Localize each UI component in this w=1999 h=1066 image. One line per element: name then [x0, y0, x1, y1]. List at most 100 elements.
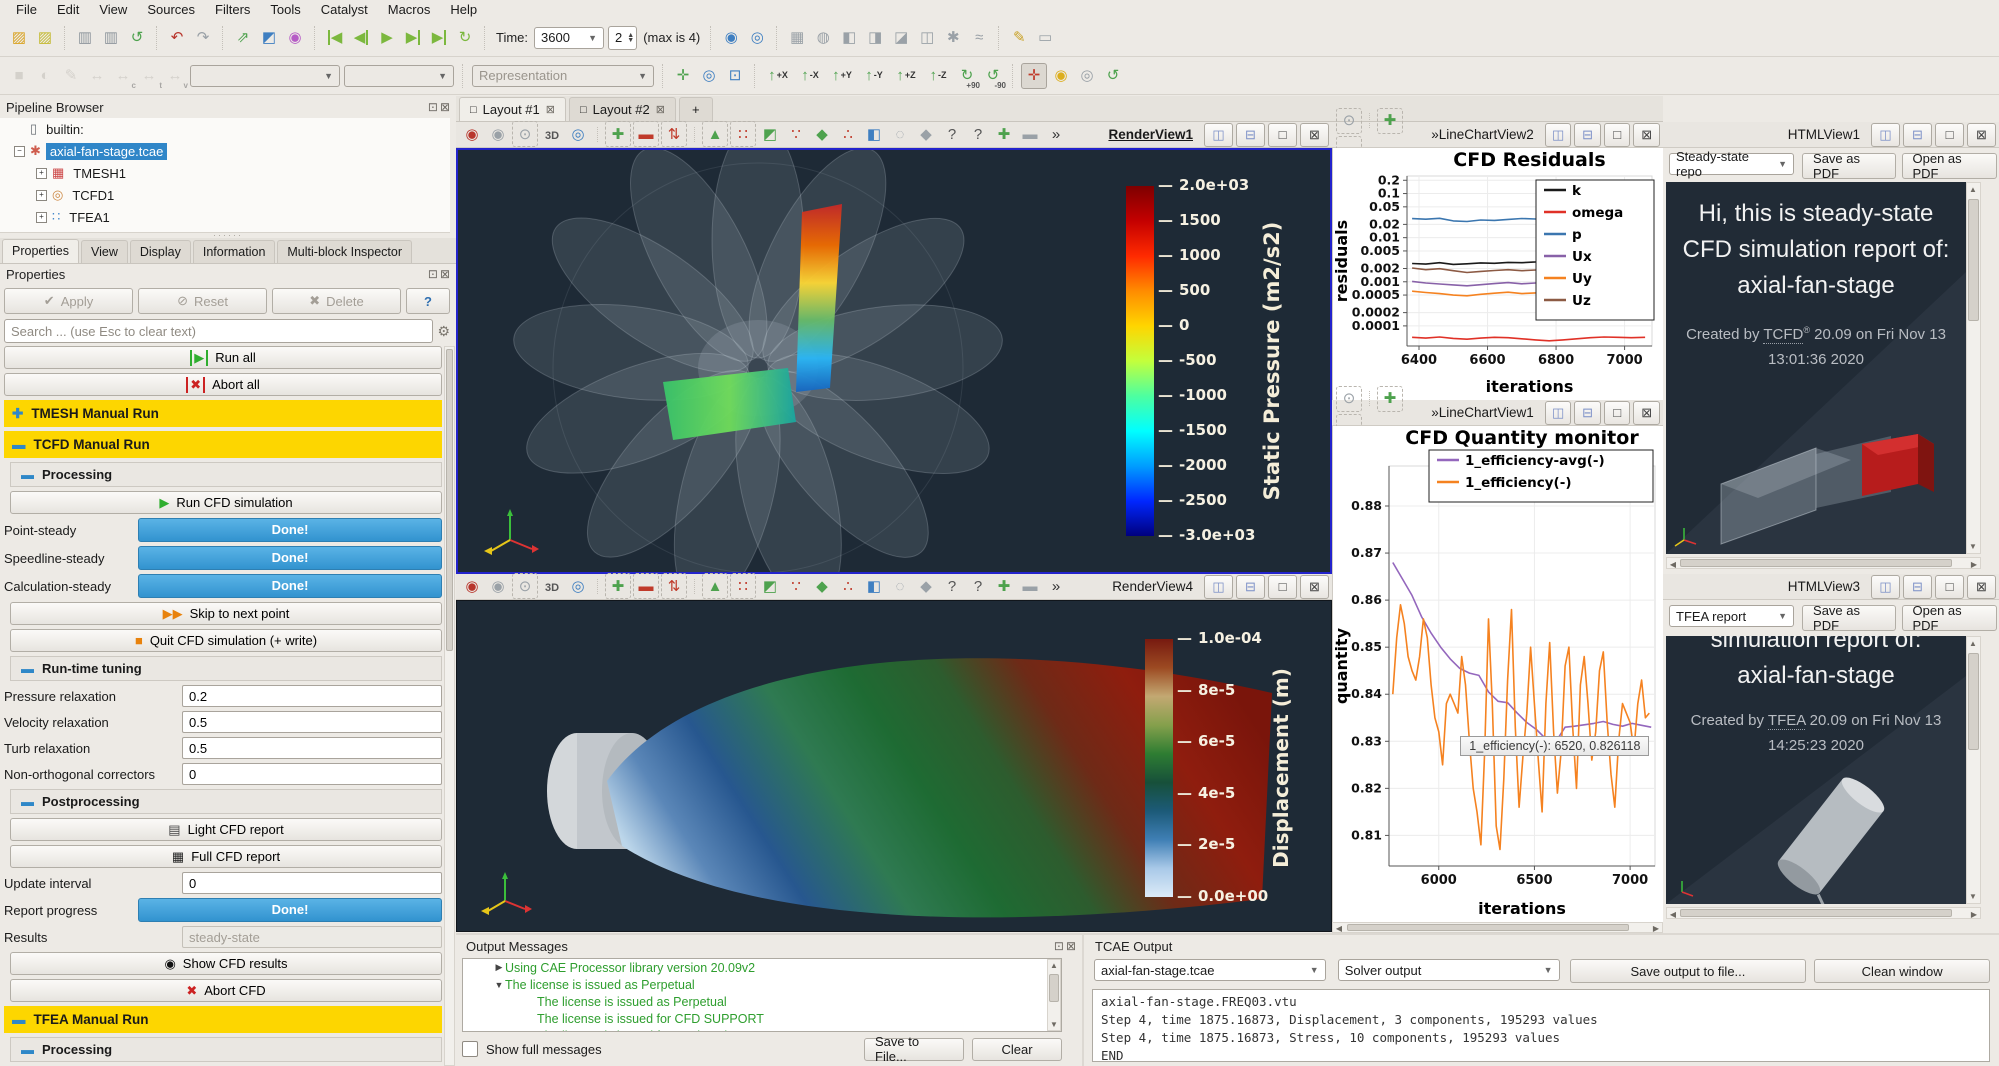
- output-message-row[interactable]: The license is issued as Perpetual: [463, 993, 1061, 1010]
- cfd-residuals-chart[interactable]: 0.20.10.050.020.010.0050.0020.0010.00050…: [1332, 148, 1663, 400]
- recent-files-icon[interactable]: ↺: [125, 26, 149, 50]
- collapse-section-icon[interactable]: ▬: [12, 1012, 26, 1027]
- split-vertical-icon[interactable]: ⊟: [1903, 123, 1932, 147]
- menu-item-view[interactable]: View: [89, 1, 137, 18]
- grow-selection-icon[interactable]: ✚: [992, 574, 1016, 598]
- close-tab-icon[interactable]: ⊠: [656, 103, 665, 116]
- output-message-row[interactable]: ▼The license is issued as Perpetual: [463, 976, 1061, 993]
- close-dock-icon[interactable]: ⊠: [440, 100, 450, 114]
- abort-all-button[interactable]: ✖Abort all: [4, 373, 442, 396]
- collapse-icon[interactable]: −: [14, 146, 25, 157]
- reset-camera-icon[interactable]: ✛: [671, 64, 695, 88]
- menu-item-file[interactable]: File: [6, 1, 47, 18]
- solid-color-icon[interactable]: ■: [7, 64, 31, 88]
- layout-tab-layout-1[interactable]: □Layout #1⊠: [459, 97, 566, 121]
- split-horizontal-icon[interactable]: ◫: [1871, 575, 1900, 599]
- split-horizontal-icon[interactable]: ◫: [1871, 123, 1900, 147]
- close-view-icon[interactable]: ⊠: [1300, 575, 1329, 599]
- htmlview1-content[interactable]: Hi, this is steady-state CFD simulation …: [1666, 182, 1966, 554]
- reset-center-icon[interactable]: ◎: [1075, 64, 1099, 88]
- shrink-selection-icon[interactable]: ▬: [1018, 574, 1042, 598]
- hover-cell-icon[interactable]: ?: [966, 574, 990, 598]
- output-message-row[interactable]: The license is issued for CFD SUPPORT: [463, 1010, 1061, 1027]
- edit-color-map-icon[interactable]: ✎: [59, 64, 83, 88]
- set-view-minus-y-icon[interactable]: ↑-Y: [859, 64, 889, 88]
- remove-selection-icon[interactable]: ▬: [633, 121, 659, 147]
- save-to-file-button[interactable]: Save to File...: [864, 1038, 964, 1061]
- split-vertical-icon[interactable]: ⊟: [1574, 123, 1601, 147]
- add-selection-icon[interactable]: ✚: [605, 573, 631, 599]
- save-screenshot-icon[interactable]: ◉: [460, 574, 484, 598]
- zoom-to-box-icon[interactable]: ◎: [566, 574, 590, 598]
- select-cells-on-icon[interactable]: ▲: [702, 573, 728, 599]
- expand-message-icon[interactable]: ▶: [493, 962, 505, 973]
- save-as-pdf-button[interactable]: Save as PDF: [1802, 605, 1895, 631]
- search-settings-icon[interactable]: ⚙: [437, 323, 450, 340]
- save-state-icon[interactable]: ▨: [33, 26, 57, 50]
- tcae-output-console[interactable]: axial-fan-stage.FREQ03.vtuStep 4, time 1…: [1092, 989, 1990, 1062]
- first-frame-icon[interactable]: ◀: [323, 26, 347, 50]
- last-frame-icon[interactable]: ▶: [427, 26, 451, 50]
- show-results-button[interactable]: ◉Show CFD results: [10, 952, 442, 975]
- close-view-icon[interactable]: ⊠: [1633, 123, 1660, 147]
- clip-icon[interactable]: ◧: [837, 26, 861, 50]
- close-view-icon[interactable]: ⊠: [1967, 123, 1996, 147]
- set-view-plus-z-icon[interactable]: ↑+Z: [891, 64, 921, 88]
- select-points-on-icon[interactable]: ∷: [730, 573, 756, 599]
- add-selection-icon[interactable]: ✚: [605, 121, 631, 147]
- open-as-pdf-button[interactable]: Open as PDF: [1902, 605, 1998, 631]
- htmlview1-hscrollbar[interactable]: ◀▶: [1666, 557, 1981, 569]
- select-cells-polygon-icon[interactable]: ◆: [810, 574, 834, 598]
- htmlview3-content[interactable]: simulation report of: axial-fan-stage Cr…: [1666, 636, 1966, 904]
- htmlview3-vscrollbar[interactable]: ▲▼: [1966, 636, 1981, 904]
- pick-center-icon[interactable]: ↺: [1101, 64, 1125, 88]
- clear-button[interactable]: Clear: [972, 1038, 1062, 1061]
- postprocessing-group[interactable]: ▬Postprocessing: [10, 789, 442, 814]
- close-view-icon[interactable]: ⊠: [1967, 575, 1996, 599]
- pipeline-item-tfea1[interactable]: +∷TFEA1: [0, 206, 450, 228]
- interactive-select-cells-icon[interactable]: ◌: [888, 122, 912, 146]
- chart-column-hscrollbar[interactable]: ◀▶: [1332, 922, 1663, 933]
- clean-window-button[interactable]: Clean window: [1814, 959, 1990, 983]
- add-selection-icon[interactable]: ✚: [1377, 108, 1403, 134]
- split-horizontal-icon[interactable]: ◫: [1545, 123, 1572, 147]
- open-as-pdf-button[interactable]: Open as PDF: [1902, 153, 1998, 179]
- tcfd-brand-link[interactable]: TCFD: [1763, 326, 1803, 344]
- orientation-axes-icon[interactable]: ✛: [1021, 63, 1047, 89]
- hover-cell-icon[interactable]: ?: [966, 122, 990, 146]
- output-messages-list[interactable]: ▶Using CAE Processor library version 20.…: [462, 958, 1062, 1032]
- previous-frame-icon[interactable]: ◀: [349, 26, 373, 50]
- help-button[interactable]: ?: [406, 288, 450, 314]
- measure-icon[interactable]: ▭: [1033, 26, 1057, 50]
- new-layout-tab[interactable]: +: [679, 97, 713, 121]
- rotate-90-ccw-icon[interactable]: ↺-90: [981, 64, 1005, 88]
- rescale-custom-range-icon[interactable]: ↔c: [111, 64, 135, 88]
- capture-icon[interactable]: ⊙: [512, 573, 538, 599]
- close-tab-icon[interactable]: ⊠: [546, 103, 555, 116]
- frame-spinbox[interactable]: 2▲▼: [608, 26, 637, 50]
- menu-item-catalyst[interactable]: Catalyst: [311, 1, 378, 18]
- select-points-polygon-icon[interactable]: ∴: [836, 574, 860, 598]
- save-output-button[interactable]: Save output to file...: [1570, 959, 1807, 983]
- results-field[interactable]: [182, 926, 442, 948]
- collapse-section-icon[interactable]: ▬: [12, 437, 26, 452]
- collapse-group-icon[interactable]: ▬: [21, 794, 34, 809]
- hover-point-icon[interactable]: ?: [940, 122, 964, 146]
- output-messages-scrollbar[interactable]: ▲▼: [1047, 959, 1061, 1031]
- menu-item-macros[interactable]: Macros: [378, 1, 441, 18]
- glyph-icon[interactable]: ✱: [941, 26, 965, 50]
- save-as-pdf-button[interactable]: Save as PDF: [1802, 153, 1895, 179]
- expand-icon[interactable]: +: [36, 168, 47, 179]
- expand-icon[interactable]: +: [36, 190, 47, 201]
- select-points-on-icon[interactable]: ∷: [730, 121, 756, 147]
- split-vertical-icon[interactable]: ⊟: [1574, 401, 1601, 425]
- rescale-range-icon[interactable]: ↔: [85, 64, 109, 88]
- menu-item-tools[interactable]: Tools: [260, 1, 310, 18]
- maximize-view-icon[interactable]: □: [1268, 123, 1297, 147]
- rotate-90-cw-icon[interactable]: ↻+90: [955, 64, 979, 88]
- color-palette-icon[interactable]: ◉: [283, 26, 307, 50]
- capture-icon[interactable]: ⊙: [512, 121, 538, 147]
- select-cells-on-icon[interactable]: ▲: [702, 121, 728, 147]
- htmlview1-title[interactable]: HTMLView1: [1788, 127, 1860, 142]
- rescale-temporal-range-icon[interactable]: ↔t: [137, 64, 161, 88]
